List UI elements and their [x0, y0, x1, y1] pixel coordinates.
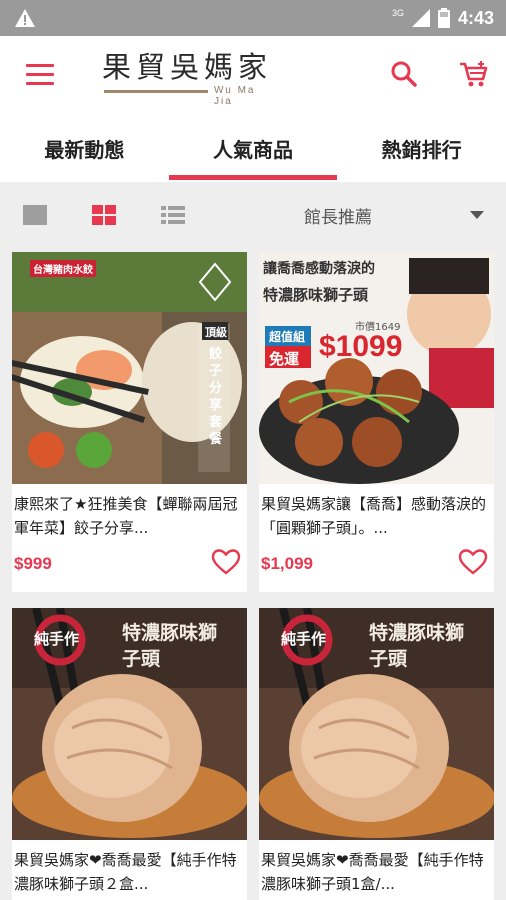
photo-tag-2: 免運: [269, 350, 300, 368]
product-card[interactable]: 台灣豬肉水餃 頂級 餃子分享套餐 康熙來了★狂推美食【蟬聯兩屆冠軍年菜】餃子分享…: [12, 252, 247, 592]
product-image-dumplings[interactable]: 台灣豬肉水餃 頂級 餃子分享套餐: [12, 252, 247, 484]
logo-subtitle: Wu Ma Jia: [214, 85, 256, 107]
app-bar: 果貿吳媽家 Wu Ma Jia: [0, 36, 506, 114]
product-image-meatballs-promo[interactable]: 讓喬喬感動落淚的 特濃豚味獅子頭 超值組 免運 市價1649 $1099: [259, 252, 494, 484]
tab-label: 人氣商品: [213, 137, 293, 162]
logo: 果貿吳媽家 Wu Ma Jia: [102, 50, 278, 107]
product-title[interactable]: 康熙來了★狂推美食【蟬聯兩屆冠軍年菜】餃子分享...: [12, 484, 247, 540]
dropdown-arrow-icon: [470, 211, 484, 219]
photo-headline: 特濃豚味獅子頭: [369, 622, 465, 670]
heart-icon[interactable]: [458, 548, 488, 576]
photo-headline-2: 特濃豚味獅子頭: [263, 286, 369, 304]
product-card[interactable]: 純手作 特濃豚味獅子頭 果貿吳媽家❤喬喬最愛【純手作特濃豚味獅子頭1盒/...: [259, 608, 494, 900]
menu-icon[interactable]: [26, 64, 54, 86]
sort-selected-value: 館長推薦: [304, 207, 372, 228]
photo-tag-1: 超值組: [269, 330, 306, 344]
product-price: $1,099: [261, 554, 313, 573]
battery-icon: [437, 8, 450, 28]
product-title[interactable]: 果貿吳媽家❤喬喬最愛【純手作特濃豚味獅子頭1盒/...: [259, 840, 494, 896]
product-title[interactable]: 果貿吳媽家讓【喬喬】感動落淚的「圓顆獅子頭」。...: [259, 484, 494, 540]
photo-top-text: 台灣豬肉水餃: [30, 260, 96, 277]
photo-headline: 特濃豚味獅子頭: [122, 622, 218, 670]
product-card[interactable]: 讓喬喬感動落淚的 特濃豚味獅子頭 超值組 免運 市價1649 $1099 果貿吳…: [259, 252, 494, 592]
tab-latest-news[interactable]: 最新動態: [0, 114, 169, 182]
clock: 4:43: [457, 7, 494, 28]
tab-label: 熱銷排行: [381, 137, 462, 162]
cart-icon[interactable]: [456, 58, 490, 90]
photo-vertical-text: 餃子分享套餐: [209, 347, 223, 447]
warning-icon: [15, 9, 35, 27]
status-bar: 3G 4:43: [0, 0, 506, 36]
single-view-icon[interactable]: [22, 204, 48, 226]
product-price: $999: [14, 554, 52, 573]
tab-best-sellers[interactable]: 熱銷排行: [337, 114, 506, 182]
photo-sale-price: $1099: [319, 330, 403, 363]
photo-stamp: 純手作: [34, 630, 80, 648]
logo-underline: [104, 90, 208, 93]
grid-view-icon[interactable]: [91, 204, 117, 226]
tab-popular-products[interactable]: 人氣商品: [168, 114, 338, 182]
photo-headline-1: 讓喬喬感動落淚的: [263, 261, 375, 277]
list-view-icon[interactable]: [160, 204, 186, 226]
product-image-meatball[interactable]: 純手作 特濃豚味獅子頭: [12, 608, 247, 840]
tab-label: 最新動態: [44, 137, 125, 162]
view-toolbar: 館長推薦: [0, 182, 506, 248]
product-title[interactable]: 果貿吳媽家❤喬喬最愛【純手作特濃豚味獅子頭２盒...: [12, 840, 247, 896]
sort-dropdown[interactable]: 館長推薦: [290, 182, 496, 248]
signal-icon: [411, 9, 430, 27]
logo-text: 果貿吳媽家: [102, 50, 273, 84]
photo-badge-text: 頂級: [205, 326, 227, 339]
search-icon[interactable]: [388, 58, 420, 90]
product-image-meatball[interactable]: 純手作 特濃豚味獅子頭: [259, 608, 494, 840]
product-card[interactable]: 純手作 特濃豚味獅子頭 果貿吳媽家❤喬喬最愛【純手作特濃豚味獅子頭２盒...: [12, 608, 247, 900]
product-grid: 台灣豬肉水餃 頂級 餃子分享套餐 康熙來了★狂推美食【蟬聯兩屆冠軍年菜】餃子分享…: [0, 248, 506, 900]
heart-icon[interactable]: [211, 548, 241, 576]
network-type: 3G: [391, 8, 404, 18]
photo-stamp: 純手作: [281, 630, 327, 648]
category-tabs: 最新動態 人氣商品 熱銷排行: [0, 114, 506, 182]
